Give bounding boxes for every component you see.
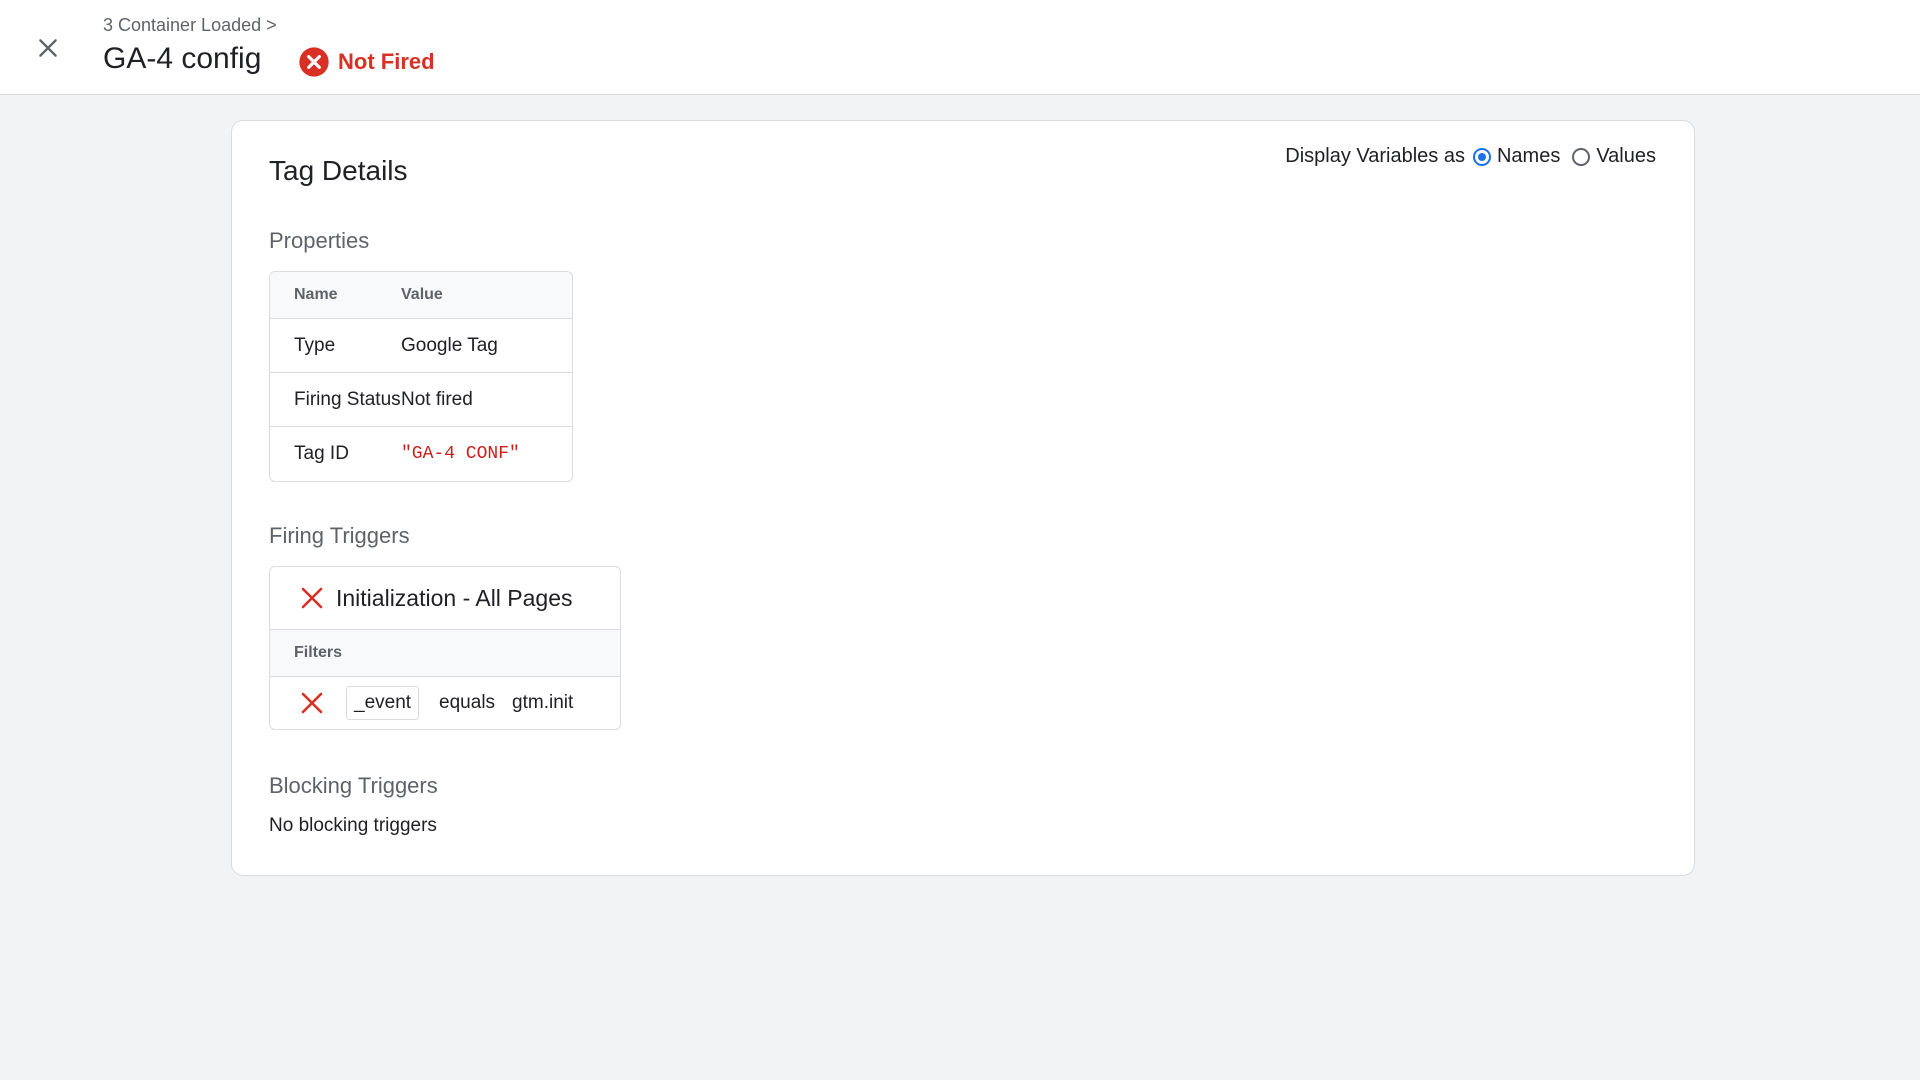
status-text: Not Fired bbox=[338, 49, 435, 74]
filters-header: Filters bbox=[270, 630, 620, 677]
property-value: "GA-4 CONF" bbox=[401, 444, 520, 464]
display-variables-label: Display Variables as bbox=[1285, 145, 1465, 167]
blocking-triggers-heading: Blocking Triggers bbox=[269, 773, 438, 798]
page-title: GA-4 config bbox=[103, 42, 262, 75]
table-row: Type Google Tag bbox=[270, 319, 572, 373]
no-blocking-text: No blocking triggers bbox=[269, 815, 437, 836]
tag-details-card: Tag Details Display Variables as Names V… bbox=[231, 120, 1695, 876]
header-bar: 3 Container Loaded > GA-4 config Not Fir… bbox=[0, 0, 1920, 95]
filter-value: gtm.init bbox=[512, 692, 574, 713]
firing-triggers-table: Initialization - All Pages Filters _even… bbox=[269, 566, 621, 730]
trigger-item[interactable]: Initialization - All Pages bbox=[270, 567, 620, 630]
display-variables-toggle: Display Variables as Names Values bbox=[1285, 145, 1656, 168]
table-header: Name Value bbox=[270, 272, 572, 319]
close-button[interactable] bbox=[28, 28, 68, 68]
filter-operator: equals bbox=[439, 692, 496, 713]
radio-values[interactable] bbox=[1572, 147, 1591, 166]
filter-row: _event equals gtm.init bbox=[270, 677, 620, 729]
radio-values-label[interactable]: Values bbox=[1596, 145, 1656, 168]
property-name: Firing Status bbox=[294, 388, 401, 410]
firing-triggers-heading: Firing Triggers bbox=[269, 523, 410, 548]
property-name: Tag ID bbox=[294, 443, 349, 464]
table-row: Firing Status Not fired bbox=[270, 373, 572, 427]
radio-names[interactable] bbox=[1472, 147, 1491, 166]
failed-x-icon bbox=[301, 587, 323, 609]
properties-table: Name Value Type Google Tag Firing Status… bbox=[269, 271, 573, 482]
properties-heading: Properties bbox=[269, 228, 370, 253]
property-value: Not fired bbox=[401, 388, 473, 410]
column-header-value: Value bbox=[401, 286, 443, 303]
close-icon[interactable] bbox=[35, 35, 61, 61]
property-value: Google Tag bbox=[401, 334, 498, 356]
table-row: Tag ID "GA-4 CONF" bbox=[270, 427, 572, 481]
filter-variable-chip[interactable]: _event bbox=[346, 686, 420, 720]
breadcrumb[interactable]: 3 Container Loaded > bbox=[103, 15, 277, 36]
trigger-name: Initialization - All Pages bbox=[336, 584, 573, 611]
card-title: Tag Details bbox=[269, 155, 408, 186]
column-header-name: Name bbox=[294, 286, 338, 303]
property-name: Type bbox=[294, 334, 336, 356]
error-icon bbox=[299, 47, 329, 77]
failed-x-icon bbox=[301, 692, 323, 714]
status-badge: Not Fired bbox=[298, 46, 435, 78]
radio-names-label[interactable]: Names bbox=[1497, 145, 1560, 168]
